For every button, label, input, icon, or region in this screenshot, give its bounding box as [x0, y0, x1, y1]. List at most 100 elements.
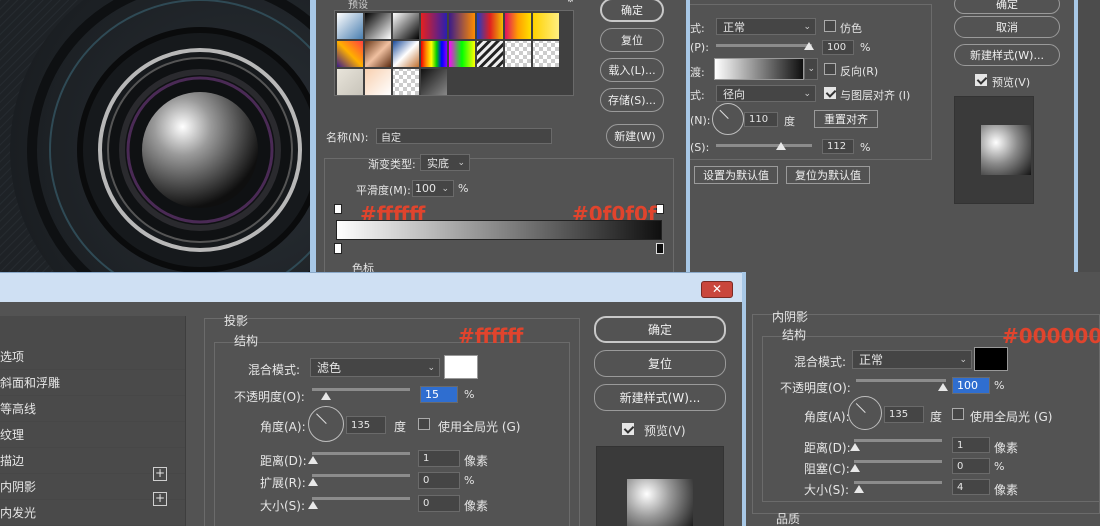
chevron-down-icon: ⌄ [457, 157, 465, 168]
opacity-unit: % [994, 379, 1005, 392]
angle-input[interactable]: 135 [884, 406, 924, 423]
distance-input[interactable]: 1 [952, 437, 990, 453]
reset-alignment-button[interactable]: 重置对齐 [814, 110, 878, 128]
size-slider[interactable] [854, 481, 942, 484]
angle-input[interactable]: 110 [744, 112, 778, 127]
blend-mode-select[interactable]: 正常 ⌄ [852, 350, 972, 369]
reset-button[interactable]: 复位 [594, 350, 726, 377]
blend-mode-value: 正常 [859, 353, 884, 367]
scale-slider[interactable] [716, 144, 812, 147]
set-default-button[interactable]: 设置为默认值 [694, 166, 778, 184]
gradient-new-button[interactable]: 新建(W) [606, 124, 664, 148]
opacity-input[interactable]: 15 [420, 386, 458, 403]
blend-mode-select[interactable]: 正常 ⌄ [716, 18, 816, 35]
new-style-button[interactable]: 新建样式(W)... [594, 384, 726, 411]
choke-slider[interactable] [854, 460, 942, 463]
distance-slider-thumb[interactable] [308, 456, 318, 464]
section-title: 投影 [224, 314, 249, 328]
blend-mode-select[interactable]: 滤色 ⌄ [310, 358, 440, 377]
preview-checkbox[interactable] [975, 74, 987, 86]
gradient-save-button[interactable]: 存储(S)... [600, 88, 664, 112]
new-style-button[interactable]: 新建样式(W)... [954, 44, 1060, 66]
use-global-light-checkbox[interactable] [952, 408, 964, 420]
styles-list-item[interactable]: 内发光 [0, 500, 185, 526]
color-stop-right-icon[interactable] [656, 243, 664, 254]
opacity-unit: % [464, 388, 475, 401]
close-button[interactable]: ✕ [701, 281, 733, 298]
presets-gear-icon[interactable]: ⚙ [566, 0, 575, 5]
distance-input[interactable]: 1 [418, 450, 460, 467]
gradient-label: 渡: [690, 66, 705, 79]
scale-unit: % [860, 141, 871, 154]
opacity-slider-thumb[interactable] [804, 42, 814, 50]
preview-checkbox[interactable] [622, 423, 634, 435]
smoothness-select[interactable]: 100 ⌄ [412, 180, 454, 197]
align-with-layer-label: 与图层对齐 (I) [840, 89, 911, 102]
gradient-ok-button[interactable]: 确定 [600, 0, 664, 22]
opacity-input[interactable]: 100 [952, 377, 990, 394]
align-with-layer-checkbox[interactable] [824, 87, 836, 99]
ok-button[interactable]: 确定 [594, 316, 726, 343]
size-slider[interactable] [312, 497, 410, 500]
smoothness-value: 100 [415, 182, 436, 195]
gradient-picker-dropdown[interactable]: ⌄ [804, 58, 818, 80]
angle-input[interactable]: 135 [346, 416, 386, 434]
opacity-stop-left-icon[interactable] [334, 204, 342, 214]
choke-slider-thumb[interactable] [850, 464, 860, 472]
reset-default-button[interactable]: 复位为默认值 [786, 166, 870, 184]
spread-input[interactable]: 0 [418, 472, 460, 489]
opacity-slider-thumb[interactable] [938, 383, 948, 391]
gradient-type-label: 渐变类型: [368, 158, 416, 171]
opacity-slider-thumb[interactable] [321, 392, 331, 400]
size-slider-thumb[interactable] [854, 485, 864, 493]
gradient-name-input[interactable]: 自定 [376, 128, 552, 144]
shadow-color-swatch[interactable] [444, 355, 478, 379]
reverse-checkbox[interactable] [824, 63, 836, 75]
use-global-light-checkbox[interactable] [418, 418, 430, 430]
opacity-slider[interactable] [312, 388, 410, 391]
gradient-load-button[interactable]: 载入(L)... [600, 58, 664, 82]
spread-slider-thumb[interactable] [308, 478, 318, 486]
style-select[interactable]: 径向 ⌄ [716, 85, 816, 102]
dither-label: 仿色 [840, 22, 862, 35]
gradient-type-select[interactable]: 实底 ⌄ [420, 154, 470, 171]
color-stop-left-icon[interactable] [334, 243, 342, 254]
spread-slider[interactable] [312, 474, 410, 477]
annotation-shadow-color: #ffffff [458, 324, 524, 348]
gradient-bar[interactable] [336, 220, 662, 240]
blend-mode-label: 混合模式: [248, 363, 301, 377]
styles-list-item[interactable]: 等高线 [0, 396, 185, 422]
choke-input[interactable]: 0 [952, 458, 990, 474]
distance-slider[interactable] [312, 452, 410, 455]
opacity-stop-right-icon[interactable] [656, 204, 664, 214]
size-input[interactable]: 4 [952, 479, 990, 495]
styles-list-item[interactable]: 斜面和浮雕 [0, 370, 185, 396]
size-label: 大小(S): [260, 499, 306, 513]
styles-list-item[interactable]: 纹理 [0, 422, 185, 448]
ok-button[interactable]: 确定 [954, 0, 1060, 14]
cancel-button[interactable]: 取消 [954, 16, 1060, 38]
gradient-preview-swatch[interactable] [714, 58, 804, 80]
size-input[interactable]: 0 [418, 495, 460, 512]
gradient-reset-button[interactable]: 复位 [600, 28, 664, 52]
opacity-slider[interactable] [716, 44, 812, 47]
angle-dial[interactable] [308, 406, 344, 442]
scale-input[interactable]: 112 [822, 139, 854, 154]
right-edge-strip [1078, 0, 1100, 272]
styles-list: 选项 斜面和浮雕 等高线 纹理 描边 + 内阴影 + 内发光 [0, 316, 186, 526]
preset-swatch-grid[interactable] [334, 10, 574, 96]
gradient-editor-dialog: 预设 确定 复位 载入(L)... 存储(S)... 名称(N): 自定 新建(… [316, 0, 688, 272]
choke-unit: % [994, 460, 1005, 473]
dither-checkbox[interactable] [824, 20, 836, 32]
angle-dial[interactable] [712, 103, 744, 135]
distance-slider-thumb[interactable] [850, 443, 860, 451]
style-label: 式: [690, 89, 705, 102]
angle-dial[interactable] [848, 396, 882, 430]
scale-slider-thumb[interactable] [776, 142, 786, 150]
opacity-input[interactable]: 100 [822, 40, 854, 55]
opacity-slider[interactable] [856, 379, 946, 382]
size-slider-thumb[interactable] [308, 501, 318, 509]
styles-list-item[interactable]: 选项 [0, 344, 185, 370]
shadow-color-swatch[interactable] [974, 347, 1008, 371]
distance-slider[interactable] [854, 439, 942, 442]
